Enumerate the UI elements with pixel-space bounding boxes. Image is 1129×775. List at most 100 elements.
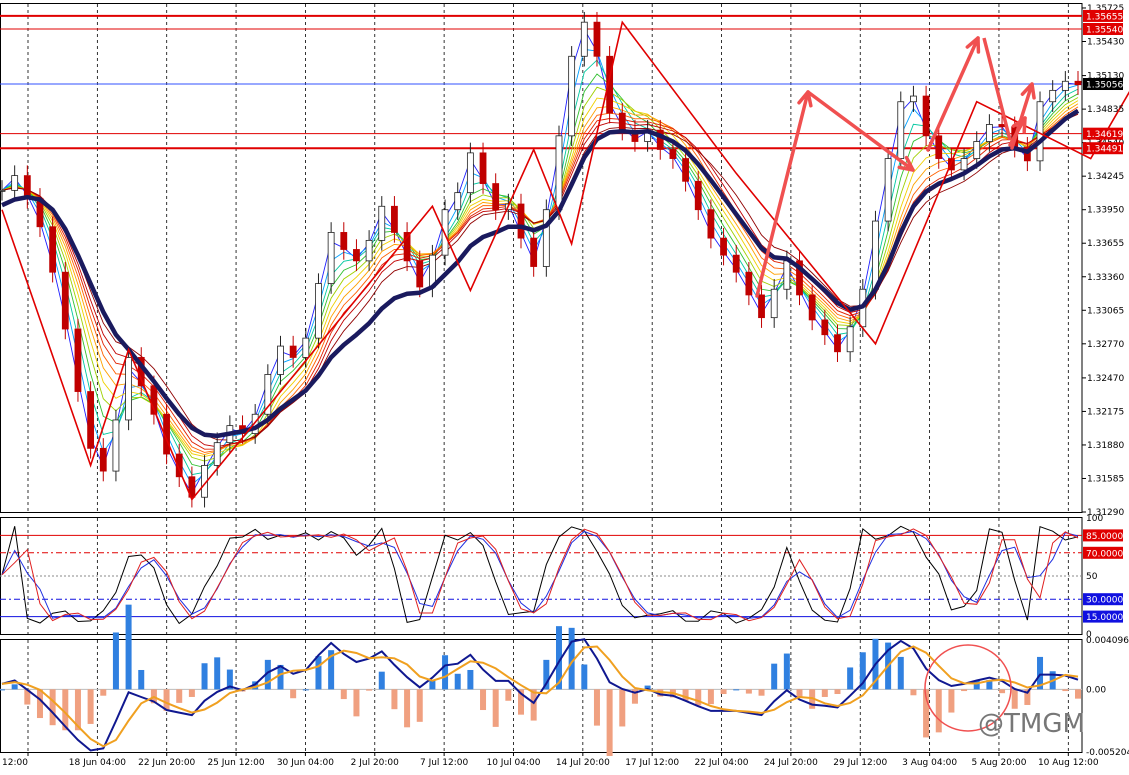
candle-body xyxy=(834,334,841,353)
macd-histogram-bar xyxy=(910,689,917,696)
macd-histogram-bar xyxy=(0,689,5,691)
candle-body xyxy=(593,21,601,57)
y-tick-label: 1.33950 xyxy=(1087,206,1124,216)
macd-histogram-bar xyxy=(897,656,904,690)
macd-histogram-bar xyxy=(391,689,398,710)
macd-histogram-bar xyxy=(1062,689,1069,692)
macd-histogram-bar xyxy=(11,684,18,690)
x-tick-label: 17 Jul 12:00 xyxy=(625,758,679,768)
x-tick-label: 30 Jun 04:00 xyxy=(277,758,334,768)
macd-histogram-bar xyxy=(1075,689,1081,699)
x-tick-label: 22 Jul 04:00 xyxy=(695,758,749,768)
candle-body xyxy=(973,141,981,159)
macd-histogram-bar xyxy=(999,689,1006,694)
candle-body xyxy=(315,283,322,339)
y-tick-label: 1.33360 xyxy=(1087,273,1124,283)
candle-body xyxy=(707,209,715,239)
y-tick-label: 1.34835 xyxy=(1087,105,1124,115)
macd-histogram-bar xyxy=(821,689,828,697)
candle-body xyxy=(910,95,917,103)
x-tick-label: 10 Aug 12:00 xyxy=(1038,758,1099,768)
candle-body xyxy=(745,271,753,296)
y-tick-label: 0.00 xyxy=(1086,685,1106,695)
y-tick-label: 100 xyxy=(1086,514,1103,524)
macd-histogram-bar xyxy=(87,689,94,724)
candle-body xyxy=(846,326,854,353)
candle-body xyxy=(1036,101,1044,162)
y-tick-label: 50 xyxy=(1086,572,1098,582)
candle-body xyxy=(302,337,310,358)
chart-workspace[interactable]: 85.0000 70.0000 30.0000 15.0000 1.35725 1.354… xyxy=(0,0,1129,771)
current-price-label: 1.35056 xyxy=(1086,81,1123,91)
macd-histogram-bar xyxy=(530,689,537,721)
candle-body xyxy=(568,55,576,137)
y-tick-label: 1.31880 xyxy=(1087,441,1124,451)
x-tick-label: 24 Jul 20:00 xyxy=(764,758,818,768)
candle-body xyxy=(454,192,462,211)
x-tick-label: 22 Jun 20:00 xyxy=(138,758,195,768)
macd-histogram-bar xyxy=(36,689,43,719)
macd-histogram-bar xyxy=(505,689,512,701)
macd-histogram-bar xyxy=(1011,689,1018,709)
macd-histogram-bar xyxy=(834,689,841,695)
candle-body xyxy=(669,149,677,159)
x-tick-label: 10 Jul 04:00 xyxy=(486,758,540,768)
candle-body xyxy=(872,220,879,290)
y-tick-label: 1.31585 xyxy=(1087,474,1124,484)
macd-histogram-bar xyxy=(49,689,56,726)
x-tick-label: 25 Jun 12:00 xyxy=(207,758,264,768)
macd-histogram-bar xyxy=(695,689,702,706)
x-tick-label: Jun 12:00 xyxy=(0,758,28,768)
macd-histogram-bar xyxy=(176,689,183,703)
macd-histogram-bar xyxy=(112,632,119,690)
macd-histogram-bar xyxy=(935,689,942,733)
x-tick-label: 18 Jun 04:00 xyxy=(69,758,126,768)
macd-histogram-bar xyxy=(214,657,221,690)
candle-body xyxy=(985,124,993,142)
candle-body xyxy=(618,112,626,131)
candle-body xyxy=(580,21,588,57)
candle-body xyxy=(23,175,31,199)
candle-body xyxy=(808,294,816,321)
candle-body xyxy=(682,158,689,182)
watermark-text: @TMGM xyxy=(978,709,1085,739)
candle-body xyxy=(61,271,69,330)
candle-body xyxy=(112,419,120,472)
candle-body xyxy=(884,158,892,222)
macd-histogram-bar xyxy=(593,689,600,726)
x-tick-label: 2 Jul 20:00 xyxy=(351,758,400,768)
candle-body xyxy=(732,254,740,273)
y-tick-label: 1.32770 xyxy=(1087,340,1124,350)
candle-body xyxy=(378,205,386,241)
macd-histogram-bar xyxy=(138,669,145,690)
macd-histogram-bar xyxy=(961,689,968,692)
candle-body xyxy=(555,135,563,211)
macd-histogram-bar xyxy=(733,689,740,691)
candle-body xyxy=(125,357,132,421)
y-tick-label: 1.34245 xyxy=(1087,172,1124,182)
x-tick-label: 5 Aug 20:00 xyxy=(971,758,1026,768)
macd-histogram-bar xyxy=(454,673,461,690)
candle-body xyxy=(213,442,221,466)
level-label: 85.0000 xyxy=(1086,532,1123,542)
candle-body xyxy=(1061,80,1069,91)
x-tick-label: 29 Jul 12:00 xyxy=(833,758,887,768)
candle-body xyxy=(49,226,57,273)
candle-body xyxy=(694,180,702,211)
candle-body xyxy=(720,237,727,256)
candle-body xyxy=(935,135,943,159)
macd-histogram-bar xyxy=(707,689,714,705)
candle-body xyxy=(897,101,905,159)
candle-body xyxy=(0,189,6,192)
macd-histogram-bar xyxy=(201,663,208,690)
chart-canvas[interactable]: 85.000070.000030.000015.00001.357251.354… xyxy=(0,0,1129,771)
candle-body xyxy=(327,232,335,284)
candle-body xyxy=(530,237,538,267)
candle-body xyxy=(998,124,1006,128)
candle-body xyxy=(353,249,360,262)
macd-histogram-bar xyxy=(581,664,588,690)
macd-histogram-bar xyxy=(606,689,613,756)
macd-histogram-bar xyxy=(783,653,790,690)
level-label: 1.35655 xyxy=(1086,12,1123,22)
candle-body xyxy=(1074,80,1082,86)
